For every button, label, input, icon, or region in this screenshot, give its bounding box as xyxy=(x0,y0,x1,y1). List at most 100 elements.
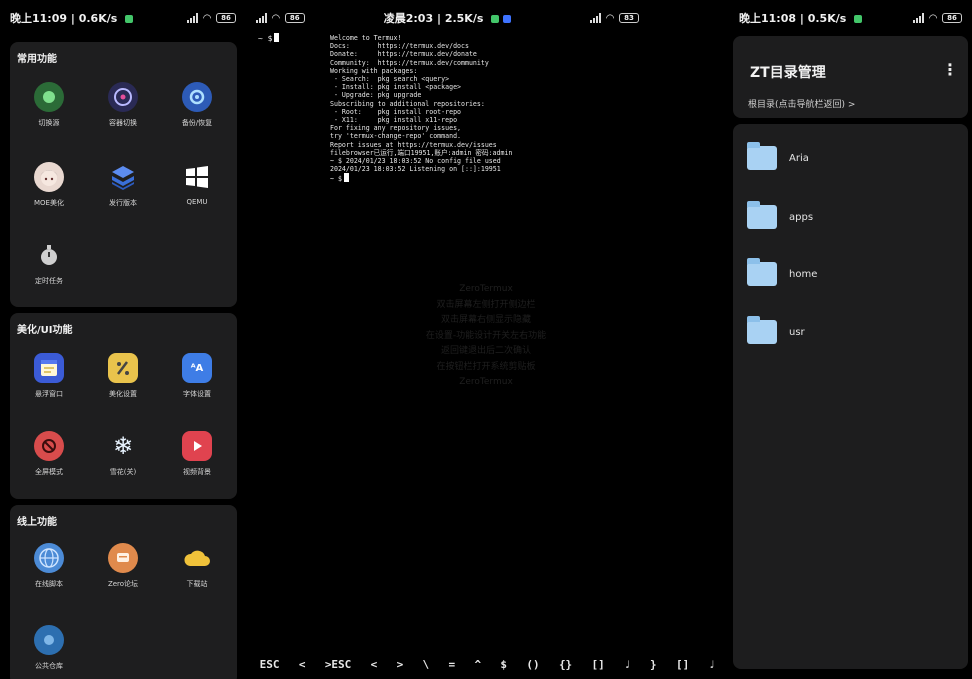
wifi-icon: ◠ xyxy=(203,12,211,24)
terminal-line: Community: https://termux.dev/community xyxy=(330,58,489,67)
terminal-line: 2024/01/23 18:03:52 Listening on [::]:19… xyxy=(330,165,501,174)
extra-key[interactable]: = xyxy=(449,658,456,671)
extra-key[interactable]: < xyxy=(299,658,306,671)
status-time: 晚上11:09 xyxy=(10,12,68,25)
terminal-line: filebrowser已运行,端口19951,账户:admin 密码:admin xyxy=(330,148,513,157)
folder-name: home xyxy=(789,268,818,280)
tile-switch-source[interactable]: 切换源 xyxy=(14,82,84,128)
extra-key[interactable]: \ xyxy=(423,658,430,671)
tile-label: 雪花(关) xyxy=(109,468,137,476)
more-vert-icon[interactable]: ⋮ xyxy=(942,60,958,79)
extra-key[interactable]: [] xyxy=(676,658,689,671)
tile-beautify-settings[interactable]: 美化设置 xyxy=(88,353,158,399)
cursor xyxy=(274,33,280,42)
chevron-right-icon: > xyxy=(847,100,856,110)
tile-label: 下载站 xyxy=(186,580,208,588)
watermark-hints: ZeroTermux 双击屏幕左侧打开侧边栏 双击屏幕右侧显示隐藏 在设置-功能设计开… xyxy=(376,282,596,391)
tile-label: 在线脚本 xyxy=(35,580,63,588)
app-notification-icon xyxy=(125,15,134,23)
tile-label: 公共仓库 xyxy=(35,662,63,670)
backup-icon xyxy=(182,82,212,112)
tile-snowflake-toggle[interactable]: ❄ 雪花(关) xyxy=(88,431,158,477)
toggle-circle-icon xyxy=(34,82,64,112)
status-indicators: ◠ 86 xyxy=(187,13,236,24)
tile-label: QEMU xyxy=(186,198,208,206)
tile-label: 备份/恢复 xyxy=(181,119,213,127)
zt-side-panel: 晚上11:09 | 0.6K/s ◠ 86 常用功能 切换源 容器切换 备份/恢… xyxy=(0,0,246,679)
status-speed: 0.5K/s xyxy=(807,12,847,25)
battery-icon: 86 xyxy=(942,13,962,23)
status-indicators: ◠ 86 xyxy=(256,13,305,24)
section-title: 线上功能 xyxy=(17,517,57,528)
tile-font-settings[interactable]: ᴬA 字体设置 xyxy=(162,353,232,399)
extra-key[interactable]: {} xyxy=(559,658,572,671)
extra-key[interactable]: ♩ xyxy=(624,658,631,671)
tile-label: 字体设置 xyxy=(183,390,211,398)
terminal-line: - Root: pkg install root-repo xyxy=(330,107,462,116)
extra-key[interactable]: > xyxy=(397,658,404,671)
termux-terminal[interactable]: ◠ 86 凌晨2:03 | 2.5K/s ◠ 83 ~ $ Welcome to… xyxy=(246,0,729,679)
breadcrumb-text: 根目录(点击导航栏返回) xyxy=(748,100,846,110)
tile-video-background[interactable]: 视频背景 xyxy=(162,431,232,477)
folder-icon xyxy=(747,142,777,170)
terminal-line: Welcome to Termux! xyxy=(330,34,402,42)
terminal-line: - X11: pkg install x11-repo xyxy=(330,116,458,125)
tile-moe-beautify[interactable]: MOE美化 xyxy=(14,162,84,208)
app-notification-icon xyxy=(854,15,863,23)
extra-key[interactable]: ♩ xyxy=(709,658,716,671)
tile-distro[interactable]: 发行版本 xyxy=(88,162,158,208)
wifi-icon: ◠ xyxy=(606,12,614,24)
window-icon xyxy=(34,353,64,383)
folder-icon xyxy=(747,316,777,344)
stopwatch-icon xyxy=(34,240,64,270)
tile-zero-forum[interactable]: Zero论坛 xyxy=(88,543,158,589)
status-time-speed: 晚上11:09 | 0.6K/s xyxy=(10,10,134,26)
folder-name: Aria xyxy=(789,152,809,164)
extra-key[interactable]: >ESC xyxy=(325,658,352,671)
hint-line: ZeroTermux xyxy=(459,284,513,294)
extra-key[interactable]: < xyxy=(371,658,378,671)
cursor xyxy=(343,173,349,183)
extra-key[interactable]: ESC xyxy=(260,658,280,671)
tile-label: 视频背景 xyxy=(183,468,211,476)
folder-item-aria[interactable]: Aria xyxy=(747,142,947,174)
terminal-line: For fixing any repository issues, xyxy=(330,124,462,133)
tile-floating-window[interactable]: 悬浮窗口 xyxy=(14,353,84,399)
tile-scheduled-task[interactable]: 定时任务 xyxy=(14,240,84,286)
folder-item-apps[interactable]: apps xyxy=(747,201,947,233)
terminal-line: Report issues at https://termux.dev/issu… xyxy=(330,140,497,149)
terminal-prompt-left: ~ $ xyxy=(258,33,280,43)
terminal-line: Docs: https://termux.dev/docs xyxy=(330,42,469,51)
status-bar-terminal: ◠ 86 凌晨2:03 | 2.5K/s ◠ 83 xyxy=(246,0,729,36)
tile-backup-restore[interactable]: 备份/恢复 xyxy=(162,82,232,128)
anime-avatar-icon xyxy=(34,162,64,192)
tile-online-scripts[interactable]: 在线脚本 xyxy=(14,543,84,589)
disc-icon xyxy=(108,82,138,112)
folder-item-usr[interactable]: usr xyxy=(747,316,947,348)
tile-public-repo[interactable]: 公共仓库 xyxy=(14,625,84,671)
extra-key[interactable]: $ xyxy=(500,658,507,671)
tile-fullscreen-mode[interactable]: 全屏模式 xyxy=(14,431,84,477)
tile-qemu[interactable]: QEMU xyxy=(162,162,232,206)
app-notification-icon xyxy=(503,15,512,23)
tile-download-site[interactable]: 下载站 xyxy=(162,543,232,589)
section-common-functions: 常用功能 切换源 容器切换 备份/恢复 MOE美化 发行版本 QEMU 定时任务 xyxy=(10,42,237,307)
fullscreen-off-icon xyxy=(34,431,64,461)
breadcrumb[interactable]: 根目录(点击导航栏返回) > xyxy=(748,97,855,110)
stack-cube-icon xyxy=(108,162,138,192)
tile-container-switch[interactable]: 容器切换 xyxy=(88,82,158,128)
extra-key[interactable]: () xyxy=(526,658,539,671)
windows-icon xyxy=(182,162,212,192)
wifi-icon: ◠ xyxy=(929,12,937,24)
repo-icon xyxy=(34,625,64,655)
extra-key[interactable]: } xyxy=(650,658,657,671)
extra-key[interactable]: ^ xyxy=(474,658,481,671)
terminal-line: try 'termux-change-repo' command. xyxy=(330,132,462,141)
terminal-line: ~ $ 2024/01/23 18:03:52 No config file u… xyxy=(330,157,501,166)
status-bar-right: 晚上11:08 | 0.5K/s ◠ 86 xyxy=(729,0,972,36)
extra-keys-row: ESC < >ESC < > \ = ^ $ () {} [] ♩} [] ♩ xyxy=(246,649,729,679)
extra-key[interactable]: [] xyxy=(592,658,605,671)
signal-icon xyxy=(187,13,199,23)
tile-label: 美化设置 xyxy=(109,390,137,398)
folder-item-home[interactable]: home xyxy=(747,258,947,290)
